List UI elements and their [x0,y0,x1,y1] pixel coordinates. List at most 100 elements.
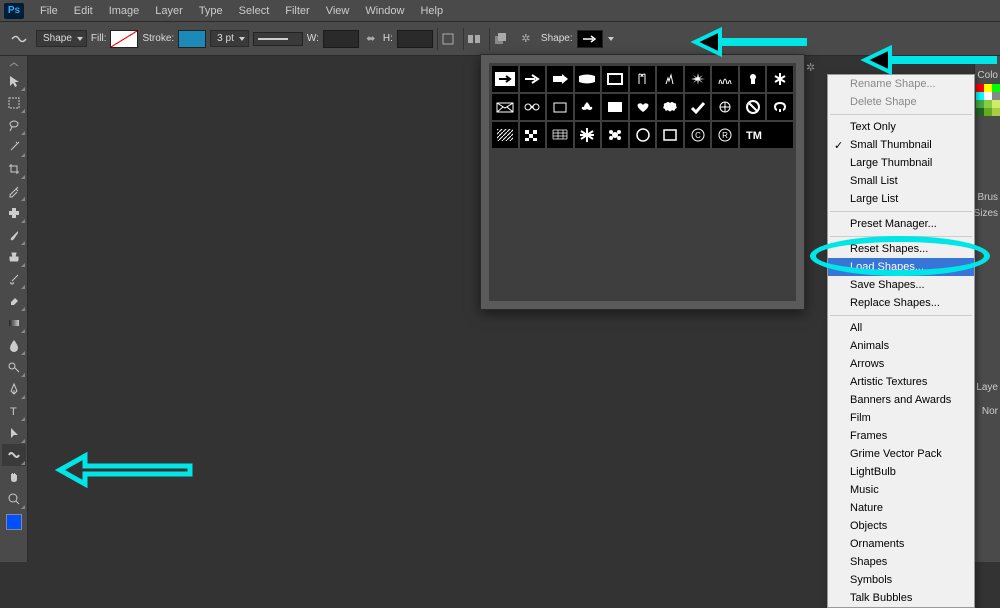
menu-file[interactable]: File [32,2,66,20]
shape-thumb[interactable] [657,66,683,92]
shape-thumb[interactable] [520,122,546,148]
menu-type[interactable]: Type [191,2,231,20]
shape-thumb[interactable] [602,122,628,148]
shape-thumb[interactable]: TM [740,122,793,148]
brush-panel-tab[interactable]: Brus [977,192,998,203]
align-icon[interactable] [463,28,485,50]
ctx-preset-symbols[interactable]: Symbols [828,571,974,589]
shape-thumb[interactable] [547,122,573,148]
shape-thumb[interactable] [575,122,601,148]
ctx-text-only[interactable]: Text Only [828,118,974,136]
ctx-preset-all[interactable]: All [828,319,974,337]
layers-panel-tab[interactable]: Laye [976,382,998,393]
ctx-preset-frames[interactable]: Frames [828,427,974,445]
shape-thumb[interactable] [575,66,601,92]
shape-thumb[interactable] [492,94,518,120]
eyedropper-tool[interactable] [2,180,26,202]
ctx-preset-animals[interactable]: Animals [828,337,974,355]
ctx-preset-talkbubbles[interactable]: Talk Bubbles [828,589,974,607]
ctx-preset-music[interactable]: Music [828,481,974,499]
brush-tool[interactable] [2,224,26,246]
shape-thumb[interactable] [492,66,518,92]
marquee-tool[interactable] [2,92,26,114]
blend-mode-label[interactable]: Nor [982,406,998,417]
menu-window[interactable]: Window [357,2,412,20]
shape-thumb[interactable] [657,94,683,120]
history-brush-tool[interactable] [2,268,26,290]
menu-image[interactable]: Image [101,2,148,20]
blur-tool[interactable] [2,334,26,356]
path-op-new-icon[interactable] [437,28,459,50]
menu-help[interactable]: Help [412,2,451,20]
shape-thumb[interactable] [712,94,738,120]
path-select-tool[interactable] [2,422,26,444]
panel-menu-gear-icon[interactable]: ✲ [806,61,818,73]
shape-thumb[interactable] [740,94,766,120]
ctx-preset-lightbulb[interactable]: LightBulb [828,463,974,481]
shape-picker[interactable] [577,30,603,48]
shape-thumb[interactable] [712,66,738,92]
zoom-tool[interactable] [2,488,26,510]
shape-mode-dropdown[interactable]: Shape [36,30,87,47]
shape-thumb[interactable] [547,94,573,120]
geometry-options-icon[interactable]: ✲ [515,28,537,50]
ctx-small-list[interactable]: Small List [828,172,974,190]
ctx-preset-objects[interactable]: Objects [828,517,974,535]
tool-preset-icon[interactable] [6,28,32,50]
ctx-preset-film[interactable]: Film [828,409,974,427]
ctx-small-thumbnail[interactable]: Small Thumbnail [828,136,974,154]
ctx-reset-shapes[interactable]: Reset Shapes... [828,240,974,258]
menu-edit[interactable]: Edit [66,2,101,20]
ctx-load-shapes[interactable]: Load Shapes... [828,258,974,276]
shape-thumb[interactable] [492,122,518,148]
shape-thumb[interactable] [740,66,766,92]
menu-filter[interactable]: Filter [277,2,317,20]
shape-thumb[interactable]: C [685,122,711,148]
stroke-style-dropdown[interactable] [253,32,303,46]
dodge-tool[interactable] [2,356,26,378]
ctx-replace-shapes[interactable]: Replace Shapes... [828,294,974,312]
height-input[interactable] [397,30,433,48]
ctx-preset-arrows[interactable]: Arrows [828,355,974,373]
type-tool[interactable]: T [2,400,26,422]
shape-thumb[interactable]: R [712,122,738,148]
wand-tool[interactable] [2,136,26,158]
shape-thumb[interactable] [685,94,711,120]
pen-tool[interactable] [2,378,26,400]
shape-thumb[interactable] [657,122,683,148]
ctx-preset-shapes[interactable]: Shapes [828,553,974,571]
eraser-tool[interactable] [2,290,26,312]
ctx-preset-artistic[interactable]: Artistic Textures [828,373,974,391]
shape-thumb[interactable] [630,94,656,120]
shape-thumb[interactable] [575,94,601,120]
shape-thumb[interactable] [630,122,656,148]
shape-thumb[interactable] [520,66,546,92]
shape-thumb[interactable] [767,94,793,120]
ctx-preset-nature[interactable]: Nature [828,499,974,517]
foreground-color-swatch[interactable] [6,514,22,530]
ctx-preset-ornaments[interactable]: Ornaments [828,535,974,553]
stroke-swatch[interactable] [178,30,206,48]
width-input[interactable] [323,30,359,48]
shape-thumb[interactable] [602,66,628,92]
crop-tool[interactable] [2,158,26,180]
custom-shape-tool[interactable] [2,444,26,466]
link-wh-icon[interactable]: ⬌ [363,31,379,47]
arrange-icon[interactable] [489,28,511,50]
shape-thumb[interactable] [685,66,711,92]
lasso-tool[interactable] [2,114,26,136]
ctx-save-shapes[interactable]: Save Shapes... [828,276,974,294]
menu-layer[interactable]: Layer [147,2,191,20]
ctx-large-list[interactable]: Large List [828,190,974,208]
stamp-tool[interactable] [2,246,26,268]
fill-swatch[interactable] [110,30,138,48]
shape-thumb[interactable] [630,66,656,92]
ctx-preset-banners[interactable]: Banners and Awards [828,391,974,409]
stroke-width-dropdown[interactable]: 3 pt [210,30,249,47]
menu-view[interactable]: View [318,2,358,20]
shape-thumb[interactable] [602,94,628,120]
move-tool[interactable] [2,70,26,92]
shape-thumb[interactable] [520,94,546,120]
ctx-preset-manager[interactable]: Preset Manager... [828,215,974,233]
ctx-large-thumbnail[interactable]: Large Thumbnail [828,154,974,172]
